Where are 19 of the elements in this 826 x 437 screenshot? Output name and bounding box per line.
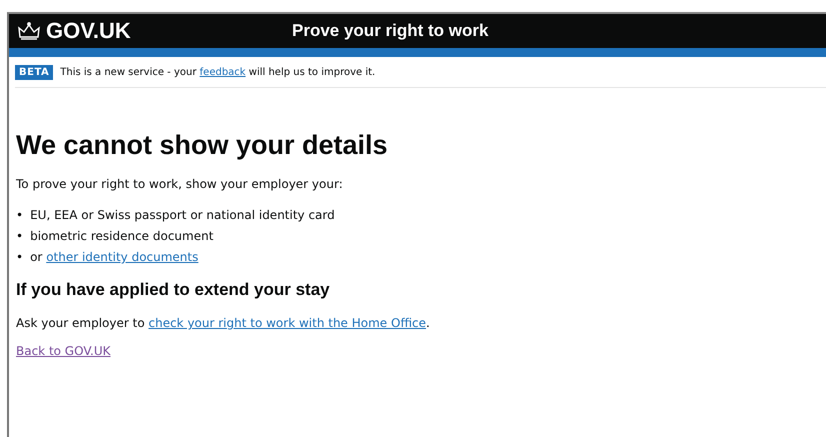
list-item: EU, EEA or Swiss passport or national identity card xyxy=(30,207,335,224)
back-link[interactable]: Back to GOV.UK xyxy=(16,344,110,358)
govuk-logo[interactable]: GOV.UK xyxy=(46,18,131,44)
service-name[interactable]: Prove your right to work xyxy=(292,21,488,41)
page-heading: We cannot show your details xyxy=(16,130,389,161)
home-office-link[interactable]: check your right to work with the Home Office xyxy=(148,316,426,330)
list-item: or other identity documents xyxy=(30,249,198,266)
documents-link[interactable]: other identity documents xyxy=(46,250,198,264)
list-item: biometric residence document xyxy=(30,228,214,245)
bullet: • xyxy=(16,207,24,224)
feedback-link[interactable]: feedback xyxy=(200,67,246,78)
bullet: • xyxy=(16,249,24,266)
section-heading: If you have applied to extend your stay xyxy=(16,280,331,300)
extend-text: Ask your employer to check your right to work with the Home Office. xyxy=(16,316,431,330)
phase-tag: BETA xyxy=(15,65,54,80)
phase-banner-text: This is a new service - your feedback will help us to improve it. xyxy=(60,67,376,78)
bullet: • xyxy=(16,228,24,245)
crown-icon xyxy=(17,22,41,40)
intro-text: To prove your right to work, show your employer your: xyxy=(16,177,344,191)
